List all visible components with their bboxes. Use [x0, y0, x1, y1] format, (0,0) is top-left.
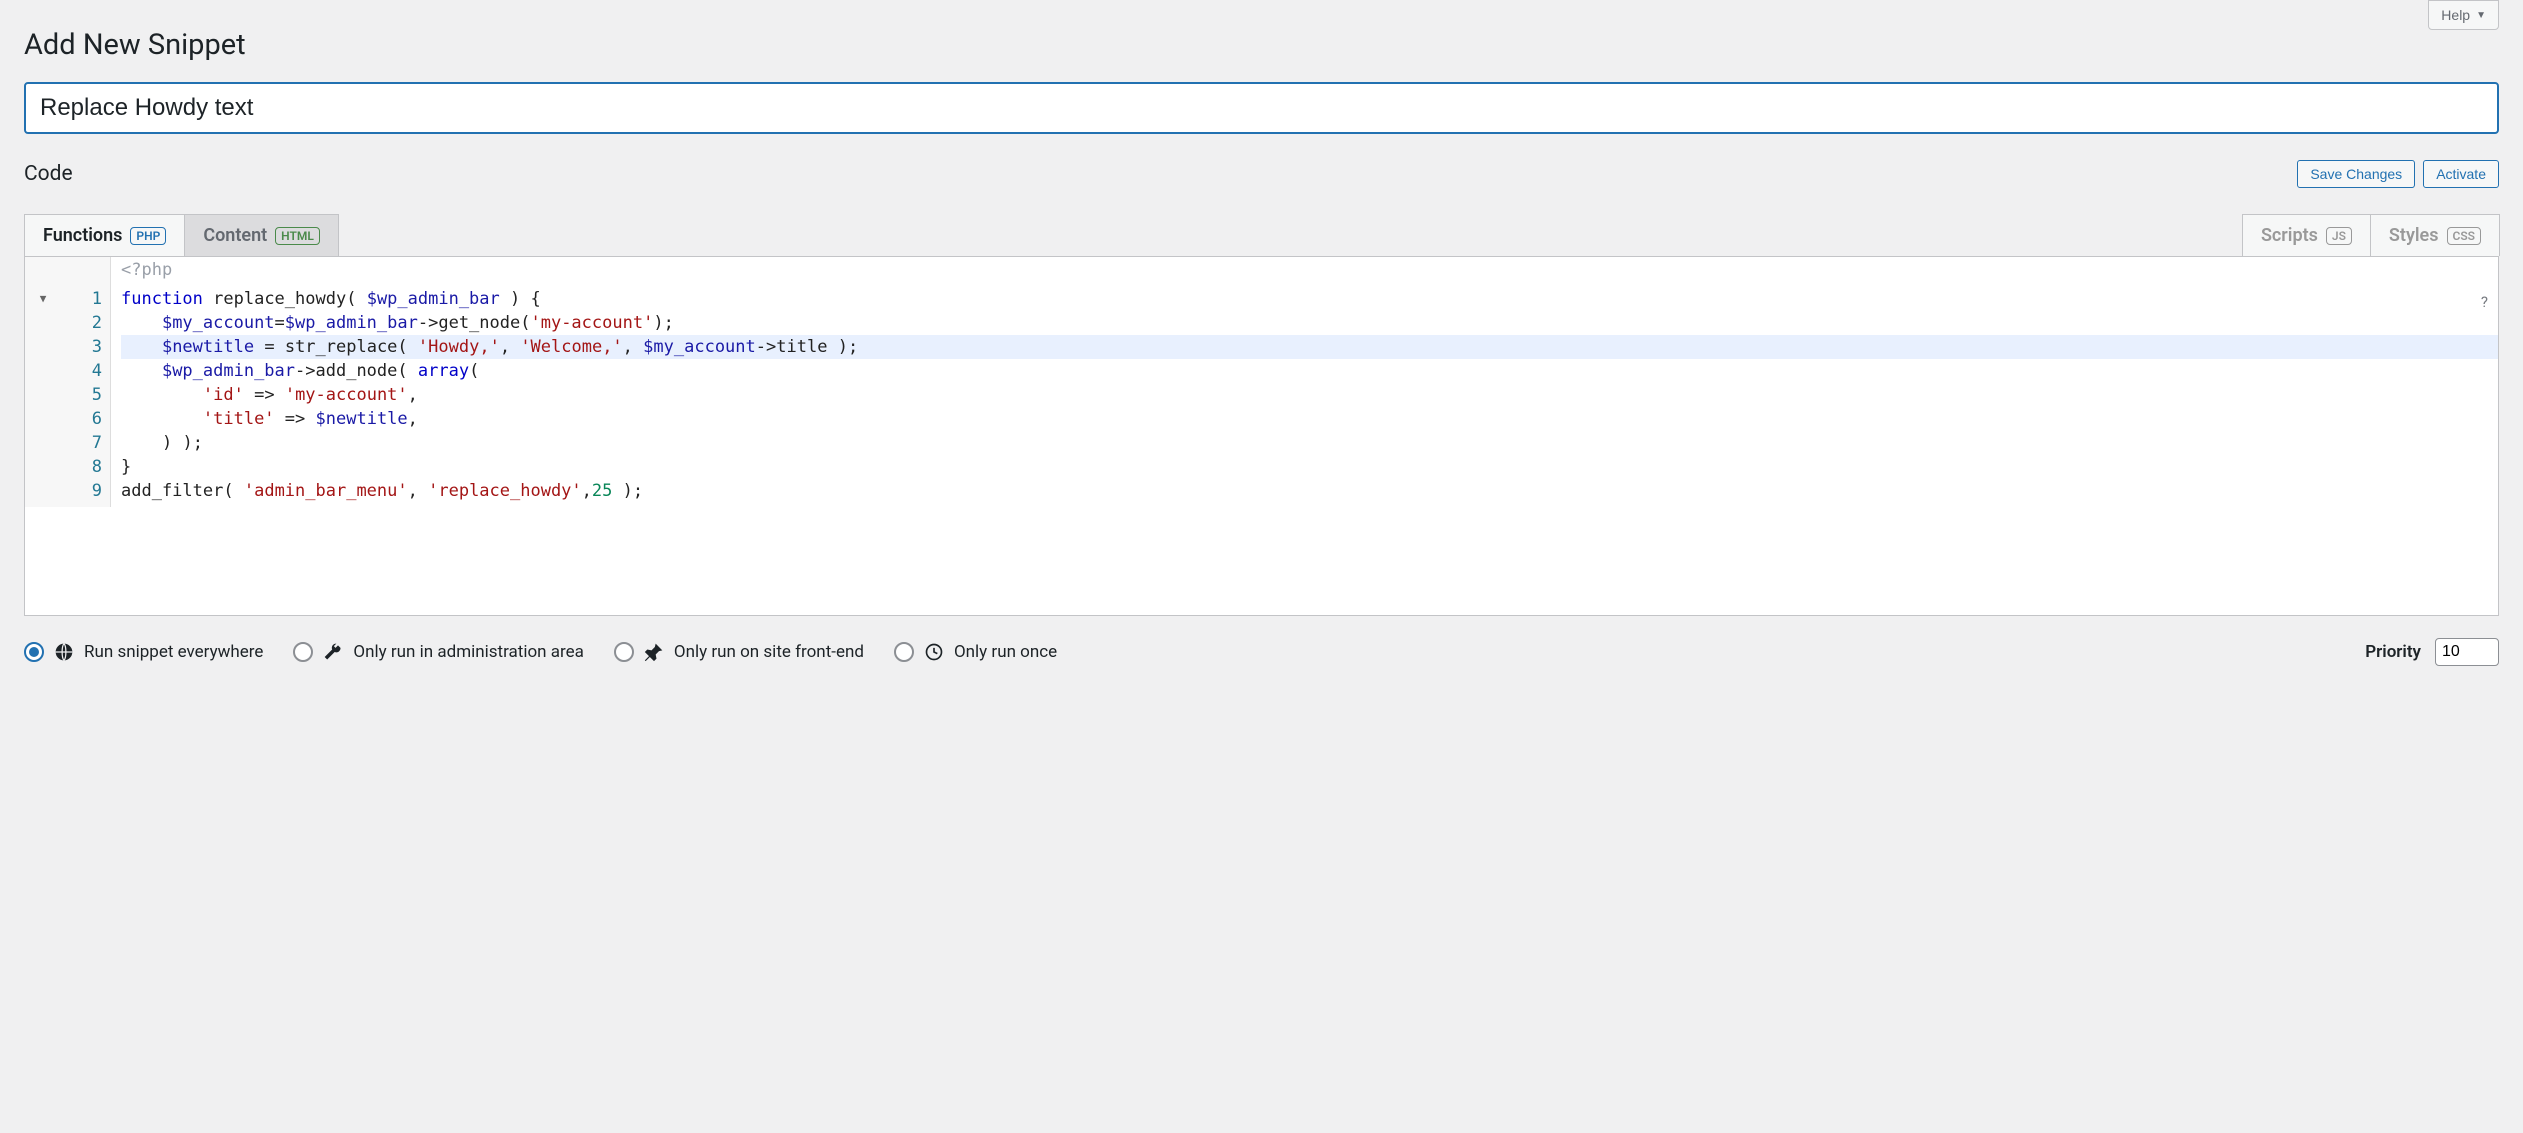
help-label: Help	[2441, 7, 2470, 23]
editor-help-icon[interactable]: ?	[2481, 293, 2488, 311]
tab-styles-label: Styles	[2389, 225, 2439, 246]
save-changes-button[interactable]: Save Changes	[2297, 160, 2415, 188]
css-badge: CSS	[2447, 227, 2482, 245]
wrench-icon	[323, 642, 343, 662]
code-line[interactable]: }	[121, 455, 2498, 479]
html-badge: HTML	[275, 227, 320, 245]
scope-option-label: Run snippet everywhere	[84, 642, 263, 662]
tab-styles[interactable]: Styles CSS	[2370, 214, 2500, 256]
fold-marker-icon[interactable]: ▼	[25, 287, 61, 311]
line-number: 1	[61, 287, 102, 311]
line-number: 6	[61, 407, 102, 431]
code-lines[interactable]: function replace_howdy( $wp_admin_bar ) …	[111, 283, 2498, 507]
php-badge: PHP	[130, 227, 166, 245]
scope-option-label: Only run on site front-end	[674, 642, 864, 662]
chevron-down-icon: ▼	[2476, 10, 2486, 21]
code-line[interactable]: $wp_admin_bar->add_node( array(	[121, 359, 2498, 383]
line-number: 2	[61, 311, 102, 335]
snippet-title-input[interactable]	[24, 82, 2499, 134]
code-line[interactable]: add_filter( 'admin_bar_menu', 'replace_h…	[121, 479, 2498, 503]
scope-radio-group: Run snippet everywhere Only run in admini…	[24, 642, 1057, 662]
activate-button[interactable]: Activate	[2423, 160, 2499, 188]
js-badge: JS	[2326, 227, 2352, 245]
scope-option-label: Only run in administration area	[353, 642, 583, 662]
radio-indicator[interactable]	[894, 642, 914, 662]
globe-icon	[54, 642, 74, 662]
tab-scripts-label: Scripts	[2261, 225, 2318, 246]
pin-icon	[644, 642, 664, 662]
scope-option-once[interactable]: Only run once	[894, 642, 1057, 662]
tab-functions-label: Functions	[43, 225, 122, 246]
line-number: 4	[61, 359, 102, 383]
tab-scripts[interactable]: Scripts JS	[2242, 214, 2371, 256]
help-button[interactable]: Help ▼	[2428, 0, 2499, 30]
line-number: 5	[61, 383, 102, 407]
scope-option-label: Only run once	[954, 642, 1057, 662]
code-editor[interactable]: <?php ? ▼ 123456789 function replace_how…	[24, 256, 2499, 616]
radio-indicator[interactable]	[24, 642, 44, 662]
php-open-tag: <?php	[111, 257, 172, 283]
scope-option-everywhere[interactable]: Run snippet everywhere	[24, 642, 263, 662]
fold-gutter[interactable]: ▼	[25, 283, 61, 507]
line-number-gutter: 123456789	[61, 283, 111, 507]
priority-input[interactable]	[2435, 638, 2499, 666]
line-number: 8	[61, 455, 102, 479]
priority-label: Priority	[2365, 642, 2421, 662]
line-number: 9	[61, 479, 102, 503]
radio-indicator[interactable]	[614, 642, 634, 662]
code-section-label: Code	[24, 162, 73, 186]
tab-functions[interactable]: Functions PHP	[24, 214, 185, 256]
code-line[interactable]: 'title' => $newtitle,	[121, 407, 2498, 431]
radio-indicator[interactable]	[293, 642, 313, 662]
line-number: 7	[61, 431, 102, 455]
code-line[interactable]: $newtitle = str_replace( 'Howdy,', 'Welc…	[121, 335, 2498, 359]
code-line[interactable]: $my_account=$wp_admin_bar->get_node('my-…	[121, 311, 2498, 335]
code-line[interactable]: 'id' => 'my-account',	[121, 383, 2498, 407]
tab-content-label: Content	[203, 225, 267, 246]
tab-content[interactable]: Content HTML	[184, 214, 339, 256]
scope-option-admin[interactable]: Only run in administration area	[293, 642, 583, 662]
line-number: 3	[61, 335, 102, 359]
scope-option-frontend[interactable]: Only run on site front-end	[614, 642, 864, 662]
clock-icon	[924, 642, 944, 662]
page-title: Add New Snippet	[24, 28, 246, 62]
code-line[interactable]: function replace_howdy( $wp_admin_bar ) …	[121, 287, 2498, 311]
gutter-spacer	[25, 257, 111, 283]
code-line[interactable]: ) );	[121, 431, 2498, 455]
